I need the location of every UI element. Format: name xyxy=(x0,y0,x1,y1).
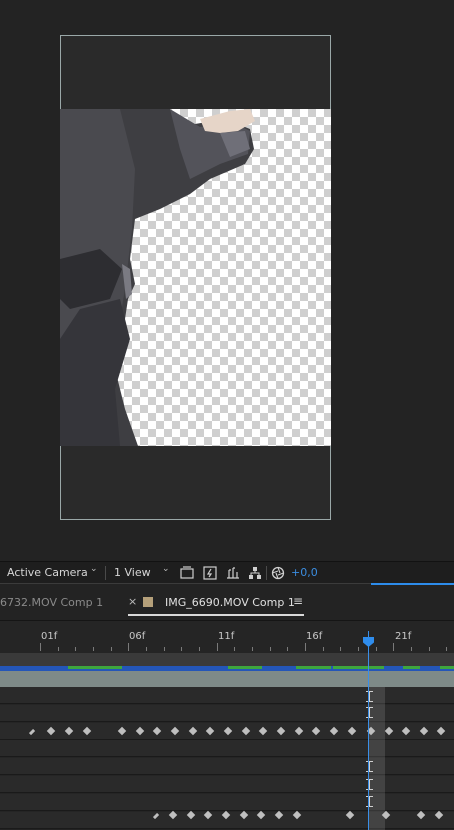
chevron-down-icon[interactable]: ⌄ xyxy=(90,564,98,574)
ruler-minor-tick xyxy=(164,647,165,651)
layer-footage-transparent[interactable] xyxy=(60,109,331,446)
toggle-transparency-grid-icon[interactable] xyxy=(203,566,217,580)
cache-green-segment xyxy=(228,666,262,669)
ruler-minor-tick xyxy=(376,647,377,651)
ruler-minor-tick xyxy=(340,647,341,651)
tab-active-comp[interactable]: IMG_6690.MOV Comp 1 xyxy=(165,596,295,609)
flowchart-icon[interactable] xyxy=(248,566,262,580)
comp-color-swatch xyxy=(143,597,153,607)
layer-duration-bar[interactable] xyxy=(0,671,454,687)
ruler-minor-tick xyxy=(411,647,412,651)
ruler-major-tick xyxy=(305,643,306,651)
ruler-minor-tick xyxy=(429,647,430,651)
ruler-minor-tick xyxy=(252,647,253,651)
cache-green-segment xyxy=(68,666,122,669)
ruler-major-tick xyxy=(40,643,41,651)
ruler-minor-tick xyxy=(58,647,59,651)
ruler-major-tick xyxy=(393,643,394,651)
cache-green-segment xyxy=(296,666,331,669)
timeline-panel[interactable]: 01f 06f 11f 16f 21f xyxy=(0,620,454,830)
cache-green-segment xyxy=(403,666,420,669)
ruler-minor-tick xyxy=(446,647,447,651)
exposure-value[interactable]: +0,0 xyxy=(291,565,318,581)
property-track-row[interactable] xyxy=(0,740,454,758)
reset-exposure-icon[interactable] xyxy=(271,566,285,580)
ruler-major-tick xyxy=(128,643,129,651)
viewer-toolbar: Active Camera ⌄ 1 View ⌄ +0,0 xyxy=(0,561,454,584)
ruler-minor-tick xyxy=(75,647,76,651)
ruler-label: 16f xyxy=(306,631,323,642)
fast-previews-icon[interactable] xyxy=(180,566,194,580)
footage-person-in-suit xyxy=(60,109,255,446)
composition-padding-top xyxy=(61,36,330,109)
ruler-minor-tick xyxy=(323,647,324,651)
ruler-label: 01f xyxy=(41,631,58,642)
region-of-interest-icon[interactable] xyxy=(226,566,240,580)
ruler-minor-tick xyxy=(111,647,112,651)
ruler-label: 21f xyxy=(395,631,412,642)
ruler-minor-tick xyxy=(270,647,271,651)
close-tab-icon[interactable]: × xyxy=(128,595,137,608)
property-track-row[interactable] xyxy=(0,704,454,722)
ruler-minor-tick xyxy=(93,647,94,651)
ruler-minor-tick xyxy=(181,647,182,651)
active-tab-underline xyxy=(128,614,304,616)
ruler-minor-tick xyxy=(287,647,288,651)
ruler-major-tick xyxy=(217,643,218,651)
composition-padding-bottom xyxy=(61,446,330,519)
ruler-minor-tick xyxy=(146,647,147,651)
cache-green-segment xyxy=(440,666,454,669)
toolbar-divider xyxy=(266,566,267,580)
view-layout-dropdown[interactable]: 1 View xyxy=(114,565,151,581)
ruler-minor-tick xyxy=(358,647,359,651)
property-track-row[interactable] xyxy=(0,776,454,793)
composition-viewer[interactable] xyxy=(0,0,454,561)
ruler-minor-tick xyxy=(234,647,235,651)
ruler-label: 06f xyxy=(129,631,146,642)
active-camera-dropdown[interactable]: Active Camera xyxy=(7,565,88,581)
chevron-down-icon[interactable]: ⌄ xyxy=(162,564,170,574)
panel-menu-icon[interactable]: ≡ xyxy=(293,594,303,608)
ruler-minor-tick xyxy=(199,647,200,651)
toolbar-divider xyxy=(105,566,106,580)
tab-previous-comp[interactable]: 6732.MOV Comp 1 xyxy=(0,596,103,609)
cache-green-segment xyxy=(333,666,384,669)
timeline-tab-bar: 6732.MOV Comp 1 × IMG_6690.MOV Comp 1 ≡ xyxy=(0,585,454,620)
ruler-label: 11f xyxy=(218,631,235,642)
property-track-row[interactable] xyxy=(0,758,454,776)
property-track-row[interactable] xyxy=(0,793,454,811)
current-time-indicator-line[interactable] xyxy=(368,631,369,830)
property-track-row[interactable] xyxy=(0,687,454,704)
time-ruler[interactable]: 01f 06f 11f 16f 21f xyxy=(0,630,454,654)
